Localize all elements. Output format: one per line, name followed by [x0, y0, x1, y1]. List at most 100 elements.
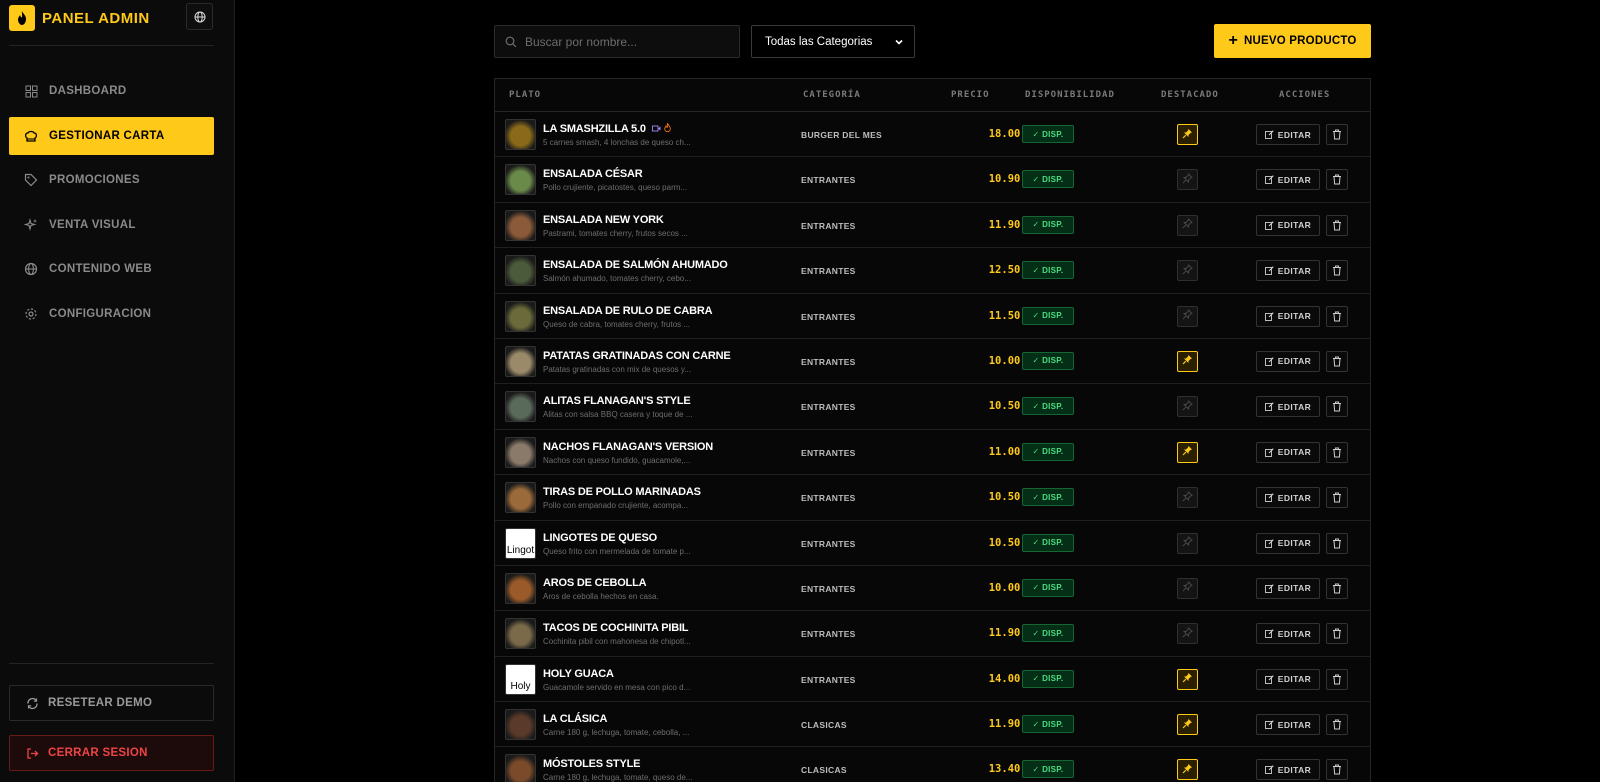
language-button[interactable] [186, 3, 213, 30]
availability-badge[interactable]: ✓ DISP. [1022, 215, 1074, 234]
nav-label: PROMOCIONES [49, 174, 140, 187]
product-thumbnail [505, 754, 536, 782]
availability-badge[interactable]: ✓ DISP. [1022, 578, 1074, 597]
nav-dashboard[interactable]: DASHBOARD [9, 72, 214, 110]
edit-label: EDITAR [1277, 674, 1312, 685]
availability-badge[interactable]: ✓ DISP. [1022, 760, 1074, 779]
delete-button[interactable] [1326, 532, 1348, 554]
edit-button[interactable]: EDITAR [1256, 124, 1320, 145]
delete-button[interactable] [1326, 260, 1348, 282]
product-thumbnail [505, 255, 536, 287]
edit-button[interactable]: EDITAR [1256, 214, 1320, 236]
trash-icon [1333, 311, 1341, 322]
trash-icon [1333, 220, 1341, 231]
logout-button[interactable]: CERRAR SESION [9, 735, 214, 771]
availability-badge[interactable]: ✓ DISP. [1022, 261, 1074, 280]
featured-toggle[interactable] [1177, 532, 1198, 554]
edit-button[interactable]: EDITAR [1256, 623, 1320, 645]
featured-toggle[interactable] [1177, 396, 1198, 418]
featured-toggle[interactable] [1177, 350, 1198, 372]
delete-button[interactable] [1326, 441, 1348, 463]
product-price: 11.90 € [988, 218, 1033, 231]
category-select[interactable]: Todas las Categorias [751, 25, 915, 58]
sparkles-icon [23, 217, 39, 233]
featured-toggle[interactable] [1177, 487, 1198, 509]
product-name: LA CLÁSICA [543, 713, 608, 726]
pin-icon [1182, 352, 1193, 370]
edit-icon [1264, 266, 1274, 276]
delete-button[interactable] [1326, 714, 1348, 736]
featured-toggle[interactable] [1177, 124, 1198, 145]
product-category: ENTRANTES [801, 311, 856, 322]
delete-button[interactable] [1326, 759, 1348, 781]
product-price: 10.00 € [988, 581, 1033, 594]
edit-button[interactable]: EDITAR [1256, 260, 1320, 282]
featured-toggle[interactable] [1177, 577, 1198, 599]
featured-toggle[interactable] [1177, 441, 1198, 463]
featured-toggle[interactable] [1177, 305, 1198, 327]
delete-button[interactable] [1326, 124, 1348, 145]
new-product-button[interactable]: + NUEVO PRODUCTO [1214, 24, 1371, 58]
table-row: ENSALADA NEW YORK Pastrami, tomates cher… [495, 203, 1370, 249]
delete-button[interactable] [1326, 487, 1348, 509]
delete-button[interactable] [1326, 668, 1348, 690]
product-thumbnail [505, 164, 536, 196]
product-thumbnail [505, 572, 536, 604]
availability-badge[interactable]: ✓ DISP. [1022, 170, 1074, 189]
availability-badge[interactable]: ✓ DISP. [1022, 125, 1074, 143]
edit-button[interactable]: EDITAR [1256, 169, 1320, 191]
delete-button[interactable] [1326, 305, 1348, 327]
nav-promociones[interactable]: PROMOCIONES [9, 161, 214, 199]
delete-button[interactable] [1326, 169, 1348, 191]
featured-toggle[interactable] [1177, 623, 1198, 645]
search-input[interactable] [525, 34, 725, 49]
availability-badge[interactable]: ✓ DISP. [1022, 624, 1074, 643]
availability-badge[interactable]: ✓ DISP. [1022, 306, 1074, 325]
edit-button[interactable]: EDITAR [1256, 668, 1320, 690]
delete-button[interactable] [1326, 577, 1348, 599]
availability-badge[interactable]: ✓ DISP. [1022, 533, 1074, 552]
table-row: LA SMASHZILLA 5.0 5 carnes smash, 4 lonc… [495, 112, 1370, 158]
sidebar: PANEL ADMIN DASHBOARD GESTIONAR CARTA PR… [0, 0, 235, 782]
availability-badge[interactable]: ✓ DISP. [1022, 351, 1074, 370]
nav-label: CONTENIDO WEB [49, 263, 152, 276]
edit-button[interactable]: EDITAR [1256, 714, 1320, 736]
delete-button[interactable] [1326, 623, 1348, 645]
featured-toggle[interactable] [1177, 714, 1198, 736]
availability-badge[interactable]: ✓ DISP. [1022, 442, 1074, 461]
pin-icon [1182, 716, 1193, 734]
product-name: PATATAS GRATINADAS CON CARNE [543, 349, 731, 362]
product-category: ENTRANTES [801, 674, 856, 685]
edit-button[interactable]: EDITAR [1256, 532, 1320, 554]
featured-toggle[interactable] [1177, 260, 1198, 282]
featured-toggle[interactable] [1177, 759, 1198, 781]
nav-configuracion[interactable]: CONFIGURACION [9, 295, 214, 333]
availability-badge[interactable]: ✓ DISP. [1022, 669, 1074, 688]
edit-button[interactable]: EDITAR [1256, 305, 1320, 327]
edit-button[interactable]: EDITAR [1256, 396, 1320, 418]
nav-gestionar-carta[interactable]: GESTIONAR CARTA [9, 116, 214, 155]
availability-badge[interactable]: ✓ DISP. [1022, 397, 1074, 416]
edit-button[interactable]: EDITAR [1256, 350, 1320, 372]
product-description: Queso frito con mermelada de tomate p... [543, 546, 691, 556]
delete-button[interactable] [1326, 396, 1348, 418]
edit-label: EDITAR [1277, 129, 1312, 140]
edit-button[interactable]: EDITAR [1256, 441, 1320, 463]
product-category: ENTRANTES [801, 266, 856, 277]
featured-toggle[interactable] [1177, 668, 1198, 690]
featured-toggle[interactable] [1177, 169, 1198, 191]
nav-label: VENTA VISUAL [49, 218, 136, 231]
edit-button[interactable]: EDITAR [1256, 759, 1320, 781]
delete-button[interactable] [1326, 350, 1348, 372]
delete-button[interactable] [1326, 214, 1348, 236]
search-box[interactable] [494, 25, 740, 58]
availability-badge[interactable]: ✓ DISP. [1022, 715, 1074, 734]
edit-button[interactable]: EDITAR [1256, 577, 1320, 599]
edit-button[interactable]: EDITAR [1256, 487, 1320, 509]
availability-badge[interactable]: ✓ DISP. [1022, 488, 1074, 507]
product-description: Pollo crujiente, picatostes, queso parm.… [543, 183, 688, 193]
nav-contenido-web[interactable]: CONTENIDO WEB [9, 250, 214, 288]
nav-venta-visual[interactable]: VENTA VISUAL [9, 206, 214, 244]
featured-toggle[interactable] [1177, 214, 1198, 236]
reset-demo-button[interactable]: RESETEAR DEMO [9, 685, 214, 721]
